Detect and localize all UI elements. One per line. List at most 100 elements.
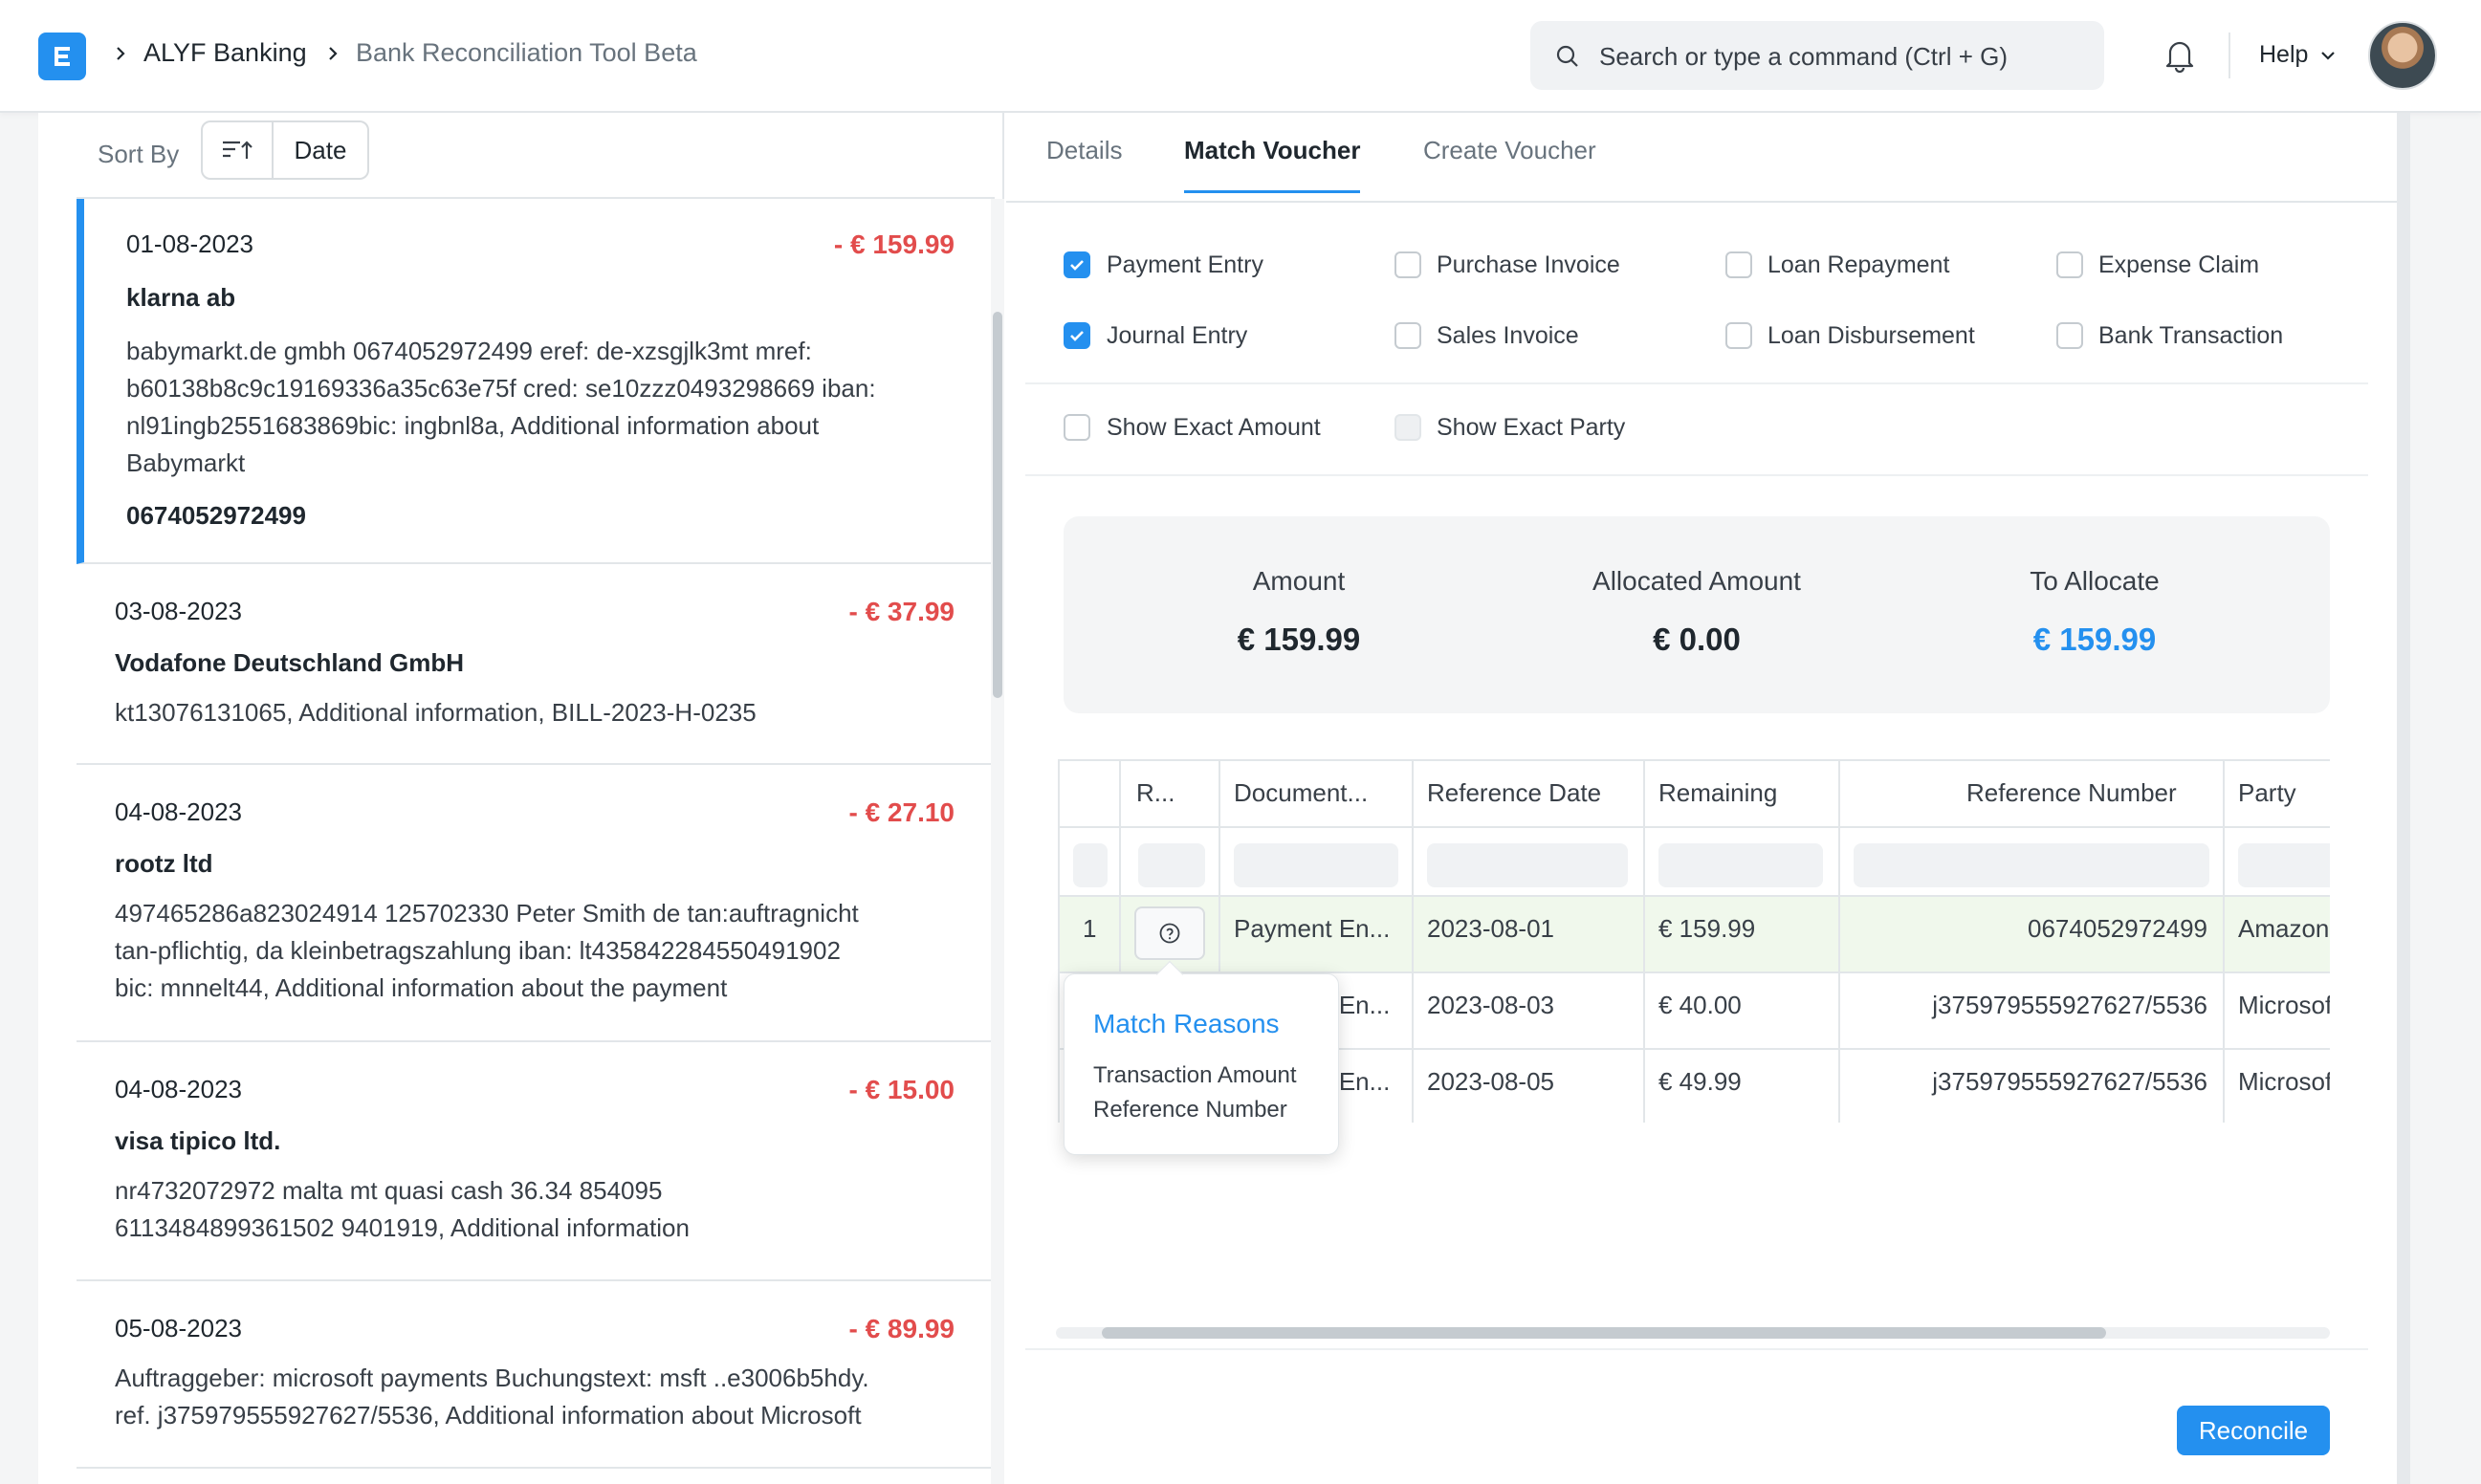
sales-invoice-label[interactable]: Sales Invoice	[1437, 322, 1579, 350]
transaction-date: 03-08-2023	[115, 597, 242, 625]
breadcrumb-workspace[interactable]: ALYF Banking	[143, 38, 307, 68]
table-horizontal-scrollbar-thumb[interactable]	[1102, 1327, 2106, 1339]
transaction-item[interactable]: 05-08-2023 - € 89.99 Auftraggeber: micro…	[77, 1281, 993, 1469]
user-avatar[interactable]	[2368, 21, 2437, 90]
cell-party[interactable]: Microsoft	[2238, 1067, 2330, 1097]
column-header-reference-number[interactable]: Reference Number	[1966, 778, 2177, 808]
chevron-right-icon	[329, 47, 338, 60]
bank-transaction-checkbox[interactable]	[2056, 322, 2083, 349]
match-reasons-popover: Match Reasons Transaction Amount Referen…	[1064, 960, 1339, 1155]
tab-details[interactable]: Details	[1046, 136, 1122, 190]
filters-divider	[1025, 382, 2368, 384]
cell-reference-number[interactable]: j375979555927627/5536	[1932, 1067, 2207, 1097]
transaction-description: kt13076131065, Additional information, B…	[115, 698, 757, 727]
bank-transaction-label[interactable]: Bank Transaction	[2098, 322, 2283, 350]
transaction-date: 04-08-2023	[115, 797, 242, 826]
transaction-date: 05-08-2023	[115, 1314, 242, 1342]
filter-input-reference-number[interactable]	[1854, 843, 2209, 887]
show-exact-amount-checkbox[interactable]	[1064, 414, 1090, 441]
cell-remaining[interactable]: € 159.99	[1658, 914, 1755, 944]
reconcile-button[interactable]: Reconcile	[2177, 1406, 2330, 1455]
expense-claim-checkbox[interactable]	[2056, 251, 2083, 278]
filter-input-document-type[interactable]	[1234, 843, 1398, 887]
show-exact-party-label: Show Exact Party	[1437, 414, 1626, 441]
transaction-description: babymarkt.de gmbh 0674052972499 eref: de…	[126, 337, 876, 477]
cell-reference-date[interactable]: 2023-08-01	[1427, 914, 1554, 944]
transaction-item[interactable]: 04-08-2023 - € 27.10 rootz ltd 497465286…	[77, 765, 993, 1042]
match-reasons-button[interactable]	[1134, 906, 1205, 960]
transaction-date: 01-08-2023	[126, 229, 253, 258]
column-header-document-type[interactable]: Document...	[1234, 778, 1368, 808]
transaction-amount: - € 89.99	[848, 1314, 955, 1343]
cell-party[interactable]: Amazon	[2238, 914, 2329, 944]
column-header-reason[interactable]: R...	[1136, 778, 1175, 808]
check-icon	[1070, 331, 1084, 341]
app-logo[interactable]	[38, 33, 86, 80]
purchase-invoice-checkbox[interactable]	[1394, 251, 1421, 278]
column-header-reference-date[interactable]: Reference Date	[1427, 778, 1601, 808]
search-placeholder: Search or type a command (Ctrl + G)	[1599, 42, 2008, 71]
loan-disbursement-label[interactable]: Loan Disbursement	[1767, 322, 1975, 350]
show-exact-party-checkbox	[1394, 414, 1421, 441]
cell-party[interactable]: Microsoft	[2238, 991, 2330, 1020]
sort-field-button[interactable]: Date	[272, 120, 369, 180]
journal-entry-label[interactable]: Journal Entry	[1107, 322, 1247, 350]
page-scroll-rail[interactable]	[2397, 113, 2410, 1484]
loan-repayment-checkbox[interactable]	[1725, 251, 1752, 278]
loan-disbursement-checkbox[interactable]	[1725, 322, 1752, 349]
cell-reference-number[interactable]: 0674052972499	[2028, 914, 2207, 944]
cell-remaining[interactable]: € 49.99	[1658, 1067, 1742, 1097]
breadcrumb-current-page[interactable]: Bank Reconciliation Tool Beta	[356, 38, 697, 68]
filters-divider	[1025, 474, 2368, 476]
question-circle-icon	[1159, 923, 1180, 944]
filter-input-remaining[interactable]	[1658, 843, 1823, 887]
bell-icon[interactable]	[2163, 38, 2196, 73]
search-bar[interactable]: Search or type a command (Ctrl + G)	[1530, 21, 2104, 90]
to-allocate-label: To Allocate	[2030, 566, 2160, 596]
filter-input-party[interactable]	[2238, 843, 2330, 887]
transaction-amount: - € 37.99	[848, 597, 955, 626]
cell-remaining[interactable]: € 40.00	[1658, 991, 1742, 1020]
allocated-amount-value: € 0.00	[1653, 622, 1741, 657]
tab-match-voucher[interactable]: Match Voucher	[1184, 136, 1361, 193]
search-icon	[1556, 45, 1578, 67]
amount-value: € 159.99	[1237, 622, 1361, 657]
allocated-amount-label: Allocated Amount	[1592, 566, 1801, 596]
tab-create-voucher[interactable]: Create Voucher	[1423, 136, 1596, 190]
transaction-item[interactable]: 01-08-2023 - € 159.99 klarna ab babymark…	[77, 199, 993, 564]
transaction-party: Vodafone Deutschland GmbH	[115, 648, 464, 677]
show-exact-amount-label[interactable]: Show Exact Amount	[1107, 414, 1321, 442]
expense-claim-label[interactable]: Expense Claim	[2098, 251, 2259, 279]
help-menu[interactable]: Help	[2259, 41, 2308, 69]
cell-reference-date[interactable]: 2023-08-03	[1427, 991, 1554, 1020]
cell-document-type[interactable]: Payment En...	[1234, 914, 1390, 944]
cell-reference-number[interactable]: j375979555927627/5536	[1932, 991, 2207, 1020]
column-header-party[interactable]: Party	[2238, 778, 2296, 808]
transaction-description: 497465286a823024914 125702330 Peter Smit…	[115, 899, 859, 1002]
transaction-party: rootz ltd	[115, 849, 213, 878]
journal-entry-checkbox[interactable]	[1064, 322, 1090, 349]
column-header-remaining[interactable]: Remaining	[1658, 778, 1777, 808]
transaction-list: 01-08-2023 - € 159.99 klarna ab babymark…	[77, 199, 993, 1484]
loan-repayment-label[interactable]: Loan Repayment	[1767, 251, 1949, 279]
chevron-right-icon	[117, 47, 125, 60]
payment-entry-checkbox[interactable]	[1064, 251, 1090, 278]
sales-invoice-checkbox[interactable]	[1394, 322, 1421, 349]
purchase-invoice-label[interactable]: Purchase Invoice	[1437, 251, 1620, 279]
list-scrollbar-thumb[interactable]	[993, 312, 1002, 698]
transaction-party: visa tipico ltd.	[115, 1126, 281, 1155]
match-reason-item: Transaction Amount	[1093, 1062, 1297, 1088]
cell-reference-date[interactable]: 2023-08-05	[1427, 1067, 1554, 1097]
chevron-down-icon[interactable]	[2318, 46, 2338, 65]
transaction-description: nr4732072972 malta mt quasi cash 36.34 8…	[115, 1176, 690, 1242]
payment-entry-label[interactable]: Payment Entry	[1107, 251, 1263, 279]
transaction-item[interactable]: 03-08-2023 - € 37.99 Vodafone Deutschlan…	[77, 564, 993, 765]
sort-order-button[interactable]	[201, 120, 274, 180]
transaction-item[interactable]: 04-08-2023 - € 15.00 visa tipico ltd. nr…	[77, 1042, 993, 1281]
navbar: ALYF Banking Bank Reconciliation Tool Be…	[0, 0, 2481, 113]
sort-ascending-icon	[223, 141, 252, 159]
footer-divider	[1025, 1348, 2368, 1350]
filter-input-reference-date[interactable]	[1427, 843, 1628, 887]
filter-input-index[interactable]	[1073, 843, 1108, 887]
filter-input-reason[interactable]	[1138, 843, 1205, 887]
